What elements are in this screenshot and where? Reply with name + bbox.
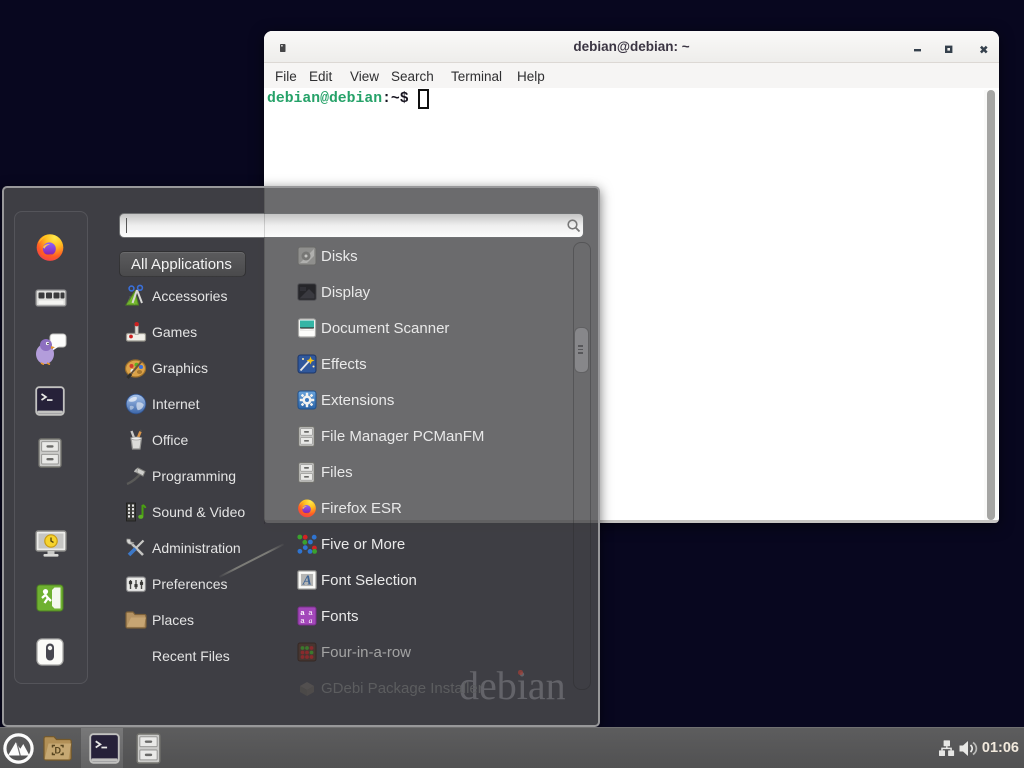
svg-text:A: A: [302, 573, 312, 588]
svg-text:a: a: [309, 616, 313, 625]
svg-text:D: D: [55, 746, 62, 756]
